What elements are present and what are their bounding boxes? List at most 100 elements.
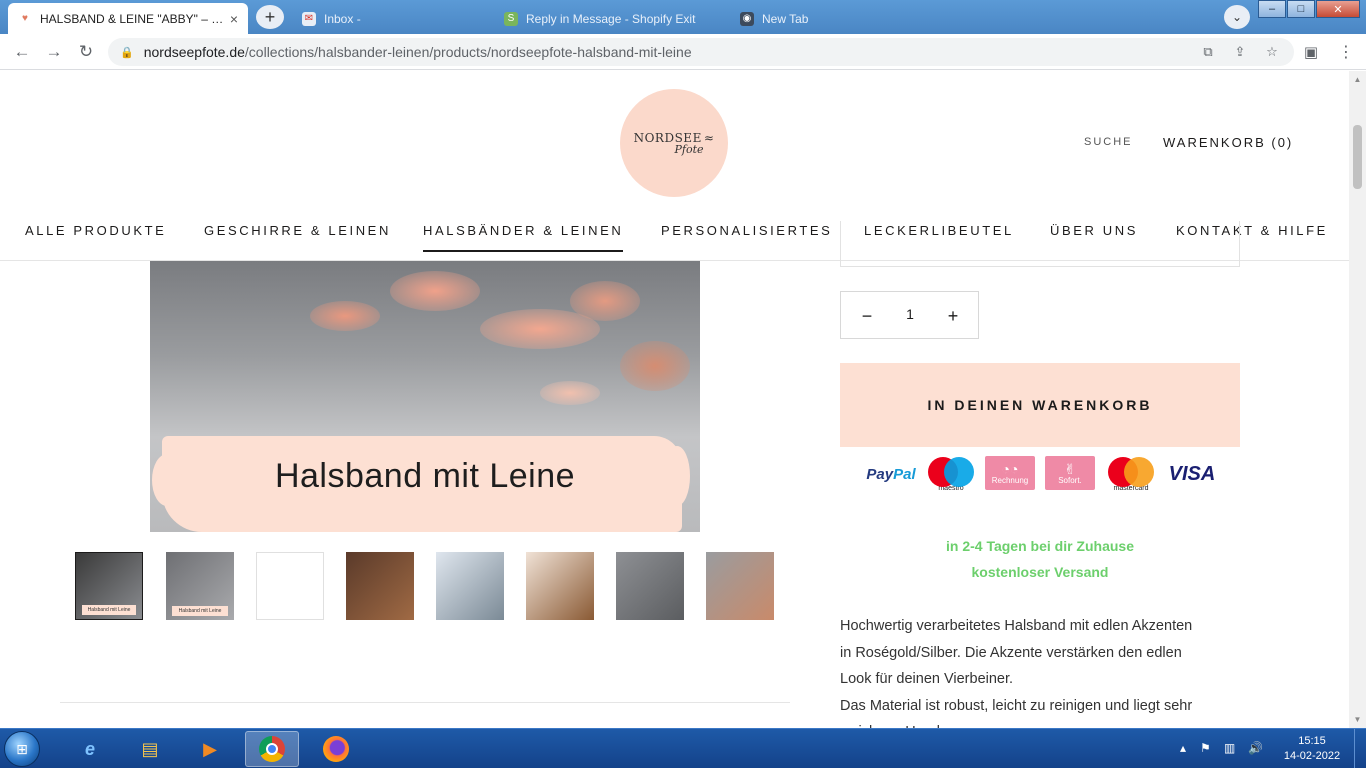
payment-methods: Pay Pal maestro ◔◔ Rechnung ✌ Sofort. mas… <box>860 456 1230 494</box>
page-scrollbar[interactable]: ▲ ▼ <box>1349 71 1366 728</box>
bokeh-light <box>310 301 380 331</box>
bokeh-light <box>620 341 690 391</box>
url-host: nordseepfote.de <box>143 44 245 60</box>
product-description: Hochwertig verarbeitetes Halsband mit ed… <box>840 613 1240 728</box>
chevron-down-icon[interactable]: ⌄ <box>1224 5 1250 29</box>
action-center-flag-icon[interactable]: ⚑ <box>1200 741 1211 755</box>
address-bar[interactable]: 🔒 nordseepfote.de/collections/halsbander… <box>108 38 1294 66</box>
url-path: /collections/halsbander-leinen/products/… <box>244 44 692 60</box>
forward-arrow-icon[interactable]: → <box>42 40 66 64</box>
description-line: in Roségold/Silber. Die Akzente verstärk… <box>840 644 1182 661</box>
show-desktop-button[interactable] <box>1354 729 1366 768</box>
profile-icon[interactable]: ▣ <box>1300 41 1322 63</box>
translate-icon[interactable]: ⧉ <box>1198 42 1218 62</box>
sofort-icon: ✌ Sofort. <box>1045 456 1095 490</box>
rechnung-icon: ◔◔ Rechnung <box>985 456 1035 490</box>
thumbnail[interactable]: Halsband mit Leine <box>75 552 143 620</box>
shipping-free: kostenloser Versand <box>971 564 1109 580</box>
file-explorer-icon[interactable]: ▤ <box>123 731 177 767</box>
bookmark-star-icon[interactable]: ☆ <box>1262 42 1282 62</box>
cart-link[interactable]: WARENKORB (0) <box>1163 135 1293 150</box>
paypal-text-pal: Pal <box>893 465 916 483</box>
windows-start-icon[interactable]: ⊞ <box>4 731 40 767</box>
share-icon[interactable]: ⇪ <box>1230 42 1250 62</box>
tab-gmail[interactable]: ✉ Inbox - <box>292 3 492 34</box>
paypal-icon: Pay Pal <box>864 456 918 492</box>
nav-halsbaender-leinen[interactable]: HALSBÄNDER & LEINEN <box>423 223 624 252</box>
nav-personalisiertes[interactable]: PERSONALISIERTES <box>661 223 832 238</box>
tab-active[interactable]: ♥ HALSBAND & LEINE "ABBY" – nordseepfote… <box>8 3 248 34</box>
variant-select[interactable] <box>840 221 1240 267</box>
rechnung-label: Rechnung <box>991 475 1029 485</box>
tab-title: Reply in Message - Shopify Exit <box>526 11 696 26</box>
product-image[interactable]: Halsband mit Leine <box>150 261 700 532</box>
thumbnail[interactable] <box>616 552 684 620</box>
page-viewport: NORDSEE ≈ Pfote SUCHE WARENKORB (0) ALLE… <box>0 71 1349 728</box>
search-link[interactable]: SUCHE <box>1084 136 1133 148</box>
tab-new[interactable]: ◉ New Tab <box>730 3 960 34</box>
system-clock[interactable]: 15:15 14-02-2022 <box>1280 734 1344 764</box>
reload-icon[interactable]: ↻ <box>74 40 98 64</box>
thumbnail[interactable] <box>526 552 594 620</box>
wave-icon: ≈ <box>703 130 715 145</box>
image-banner-text: Halsband mit Leine <box>274 457 576 495</box>
tab-title: Inbox - <box>324 11 361 26</box>
maestro-icon: maestro <box>926 456 976 492</box>
thumbnail-label: Halsband mit Leine <box>82 605 136 615</box>
thumbnail[interactable] <box>256 552 324 620</box>
lock-icon: 🔒 <box>120 46 134 59</box>
bokeh-light <box>570 281 640 321</box>
browser-tab-strip: ♥ HALSBAND & LEINE "ABBY" – nordseepfote… <box>0 0 1366 34</box>
thumbnail[interactable] <box>706 552 774 620</box>
close-icon[interactable]: × <box>230 11 238 27</box>
sofort-label: Sofort. <box>1058 475 1082 485</box>
chrome-icon[interactable] <box>245 731 299 767</box>
more-menu-icon[interactable]: ⋮ <box>1338 41 1354 63</box>
new-tab-button[interactable]: + <box>256 5 284 29</box>
volume-icon[interactable]: 🔊 <box>1248 741 1263 755</box>
minimize-button[interactable]: – <box>1258 0 1286 18</box>
shipping-time: in 2-4 Tagen bei dir Zuhause <box>946 538 1134 554</box>
gmail-icon: ✉ <box>302 11 316 26</box>
victory-hand-icon: ✌ <box>1064 460 1076 477</box>
window-controls: – □ ✕ <box>1257 0 1360 18</box>
close-window-button[interactable]: ✕ <box>1316 0 1360 18</box>
mastercard-icon: mastercard <box>1106 456 1156 492</box>
description-line: weich am Hund an. <box>840 719 1240 728</box>
visa-icon: VISA <box>1168 462 1216 485</box>
description-line: Hochwertig verarbeitetes Halsband mit ed… <box>840 618 1193 634</box>
paypal-text-pay: Pay <box>866 465 894 483</box>
tray-expand-icon[interactable]: ▴ <box>1180 741 1186 755</box>
tab-shopify[interactable]: S Reply in Message - Shopify Exit <box>494 3 728 34</box>
nav-geschirre-leinen[interactable]: GESCHIRRE & LEINEN <box>204 223 391 238</box>
scroll-down-icon[interactable]: ▼ <box>1349 711 1366 728</box>
scroll-thumb[interactable] <box>1353 125 1362 189</box>
description-line: Look für deinen Vierbeiner. <box>840 671 1014 687</box>
glasses-icon: ◔◔ <box>1001 460 1019 477</box>
nav-alle-produkte[interactable]: ALLE PRODUKTE <box>25 223 166 238</box>
bokeh-light <box>540 381 600 405</box>
add-to-cart-button[interactable]: IN DEINEN WARENKORB <box>840 363 1240 447</box>
back-arrow-icon[interactable]: ← <box>10 40 34 64</box>
windows-taskbar: ⊞ e ▤ ▶ ▴ ⚑ ▥ 🔊 15:15 14-02-2022 <box>0 728 1366 768</box>
media-player-icon[interactable]: ▶ <box>183 731 237 767</box>
browser-toolbar: ← → ↻ 🔒 nordseepfote.de/collections/hals… <box>0 34 1366 70</box>
scroll-up-icon[interactable]: ▲ <box>1349 71 1366 88</box>
minus-icon[interactable]: − <box>855 304 879 328</box>
nordseepfote-logo[interactable]: NORDSEE ≈ Pfote <box>620 89 728 197</box>
nordseepfote-favicon: ♥ <box>22 13 28 24</box>
tab-title: New Tab <box>762 11 809 26</box>
tab-title: HALSBAND & LEINE "ABBY" – nordseepfote <box>40 11 224 26</box>
network-icon[interactable]: ▥ <box>1224 741 1235 755</box>
plus-icon[interactable]: + <box>941 304 965 328</box>
firefox-icon[interactable] <box>309 731 363 767</box>
bokeh-light <box>390 271 480 311</box>
quantity-value[interactable]: 1 <box>891 306 929 322</box>
chrome-logo-icon <box>259 736 285 762</box>
thumbnail[interactable]: Halsband mit Leine <box>166 552 234 620</box>
thumbnail[interactable] <box>436 552 504 620</box>
new-tab-icon: ◉ <box>740 11 754 26</box>
thumbnail[interactable] <box>346 552 414 620</box>
internet-explorer-icon[interactable]: e <box>63 731 117 767</box>
maximize-button[interactable]: □ <box>1287 0 1315 18</box>
